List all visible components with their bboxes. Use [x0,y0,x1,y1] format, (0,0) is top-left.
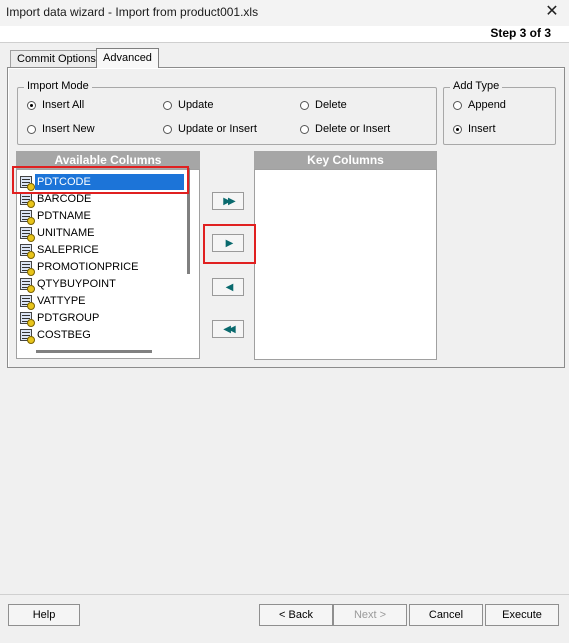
double-arrow-left-icon: ◀◀ [223,323,236,335]
list-item[interactable]: PDTNAME [20,208,93,225]
add-type-group: Add Type [443,80,556,145]
tab-advanced[interactable]: Advanced [96,48,159,68]
available-columns-list[interactable]: PDTCODE BARCODE PDTNAME UNITNAME SALEPRI… [16,169,200,359]
annotation-highlight-pdtcode [12,166,189,194]
window-title: Import data wizard - Import from product… [6,5,259,19]
radio-icon [300,124,309,134]
import-mode-title: Import Mode [24,80,92,92]
radio-icon [453,100,462,110]
key-columns-list[interactable] [254,169,437,360]
column-field-icon [20,312,35,327]
back-button[interactable]: < Back [259,604,333,626]
move-all-left-button[interactable]: ◀◀ [212,320,244,338]
column-field-icon [20,227,35,242]
list-item[interactable]: SALEPRICE [20,242,101,259]
horizontal-scrollbar[interactable] [36,350,152,353]
radio-icon [27,124,36,134]
radio-insert-all[interactable]: Insert All [27,99,84,111]
annotation-highlight-move-right [203,224,256,264]
list-item[interactable]: PROMOTIONPRICE [20,259,140,276]
add-type-title: Add Type [450,80,503,92]
title-bar: Import data wizard - Import from product… [0,0,569,27]
double-arrow-right-icon: ▶▶ [223,195,236,207]
close-icon[interactable]: ✕ [543,2,561,22]
step-indicator: Step 3 of 3 [490,26,551,40]
list-item[interactable]: UNITNAME [20,225,96,242]
list-item[interactable]: COSTBEG [20,327,93,344]
radio-update[interactable]: Update [163,99,213,111]
tab-commit-options[interactable]: Commit Options [10,50,103,68]
radio-insert[interactable]: Insert [453,123,496,135]
column-field-icon [20,295,35,310]
column-field-icon [20,261,35,276]
footer-divider [0,594,569,595]
radio-icon [163,100,172,110]
wizard-header [0,26,569,43]
arrow-left-icon: ◀ [225,281,234,293]
list-item[interactable]: PDTGROUP [20,310,101,327]
column-field-icon [20,210,35,225]
radio-icon [163,124,172,134]
column-field-icon [20,329,35,344]
radio-selected-icon [453,124,462,134]
next-button[interactable]: Next > [333,604,407,626]
radio-delete[interactable]: Delete [300,99,347,111]
key-columns-header: Key Columns [254,151,437,169]
list-item[interactable]: QTYBUYPOINT [20,276,118,293]
column-field-icon [20,244,35,259]
radio-insert-new[interactable]: Insert New [27,123,95,135]
move-left-button[interactable]: ◀ [212,278,244,296]
list-item[interactable]: VATTYPE [20,293,88,310]
radio-append[interactable]: Append [453,99,506,111]
radio-selected-icon [27,100,36,110]
execute-button[interactable]: Execute [485,604,559,626]
cancel-button[interactable]: Cancel [409,604,483,626]
column-field-icon [20,278,35,293]
radio-delete-or-insert[interactable]: Delete or Insert [300,123,390,135]
help-button[interactable]: Help [8,604,80,626]
column-field-icon [20,193,35,208]
radio-icon [300,100,309,110]
import-mode-group: Import Mode [17,80,437,145]
radio-update-or-insert[interactable]: Update or Insert [163,123,257,135]
move-all-right-button[interactable]: ▶▶ [212,192,244,210]
